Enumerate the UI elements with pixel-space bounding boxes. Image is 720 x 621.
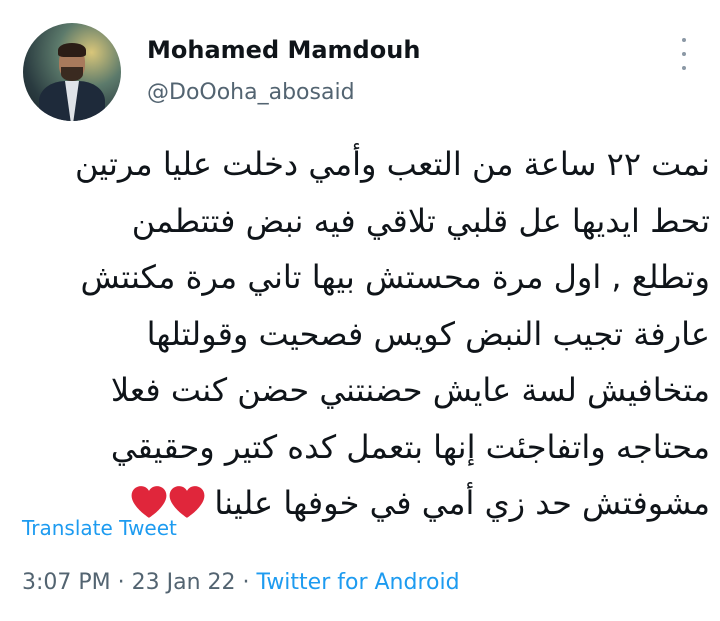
tweet-source-link[interactable]: Twitter for Android (257, 570, 460, 595)
tweet-line: عارفة تجيب النبض كويس فصحيت وقولتلها (146, 314, 710, 353)
red-heart-icon (131, 486, 167, 518)
tweet-meta: 3:07 PM · 23 Jan 22 · Twitter for Androi… (22, 570, 460, 595)
tweet-text: نمت ٢٢ ساعة من التعب وأمي دخلت عليا مرتي… (20, 136, 710, 538)
tweet-line-text: مشوفتش حد زي أمي في خوفها علينا (214, 484, 710, 522)
user-handle[interactable]: @DoOoha_abosaid (147, 80, 355, 105)
avatar-hair (58, 43, 86, 57)
tweet-line: تحط ايديها عل قلبي تلاقي فيه نبض فتتطمن (131, 201, 710, 240)
tweet-line: متخافيش لسة عايش حضنتني حضن كنت فعلا (110, 371, 710, 409)
meta-separator: · (235, 570, 257, 595)
avatar-beard (61, 67, 83, 81)
tweet-line: نمت ٢٢ ساعة من التعب وأمي دخلت عليا مرتي… (74, 145, 710, 183)
dot (682, 52, 686, 56)
translate-tweet-link[interactable]: Translate Tweet (22, 516, 177, 540)
more-vertical-icon[interactable] (676, 38, 692, 70)
tweet-date[interactable]: 23 Jan 22 (132, 570, 236, 595)
display-name[interactable]: Mohamed Mamdouh (147, 36, 420, 64)
meta-separator: · (110, 570, 132, 595)
red-heart-icon (169, 486, 205, 518)
tweet-line: وتطلع , اول مرة محستش بيها تاني مرة مكنت… (80, 258, 710, 296)
dot (682, 66, 686, 70)
avatar[interactable] (23, 23, 121, 121)
tweet-line: محتاجه واتفاجئت إنها بتعمل كده كتير وحقي… (110, 427, 710, 466)
tweet-time[interactable]: 3:07 PM (22, 570, 111, 595)
dot (682, 38, 686, 42)
